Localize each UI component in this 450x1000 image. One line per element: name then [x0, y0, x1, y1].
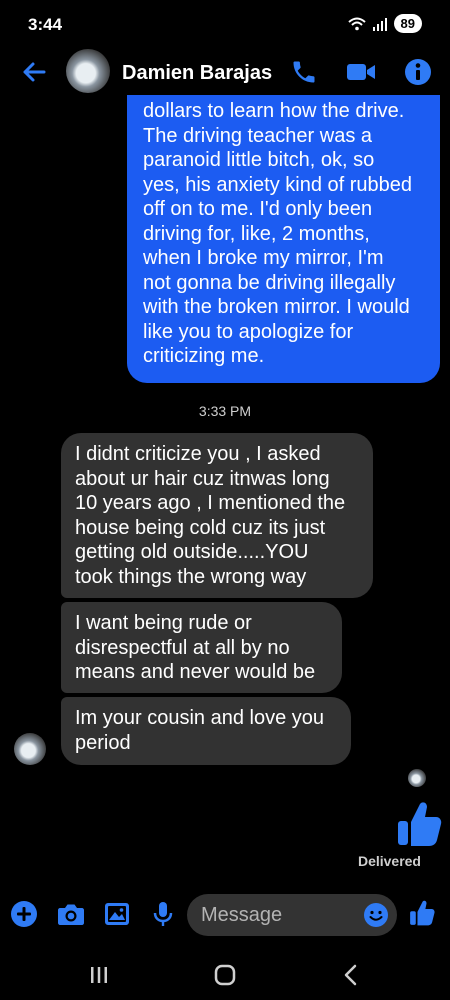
message-line: period — [75, 731, 131, 754]
message-line: criticizing me. — [143, 345, 265, 367]
message-line: driving for, like, 2 months, — [143, 222, 370, 245]
message-line: dollars to learn how the drive. — [143, 100, 405, 122]
camera-icon[interactable] — [56, 899, 86, 929]
contact-avatar[interactable] — [66, 49, 110, 93]
battery-indicator: 89 — [393, 14, 422, 33]
sender-avatar[interactable] — [14, 733, 46, 765]
recent-apps-icon[interactable] — [84, 963, 114, 987]
wifi-icon — [347, 17, 366, 30]
message-line: off on to me. I'd only been — [143, 198, 373, 220]
status-bar: 3:44 89 — [0, 0, 450, 48]
microphone-icon[interactable] — [148, 899, 178, 929]
contact-name[interactable]: Damien Barajas — [122, 62, 272, 85]
video-call-icon[interactable] — [346, 58, 376, 86]
message-line: The driving teacher was a — [143, 124, 373, 147]
message-line: I didnt criticize you , I asked — [75, 443, 321, 465]
message-line: took things the wrong way — [75, 565, 307, 588]
message-line: I want being rude or — [75, 612, 252, 634]
message-line: yes, his anxiety kind of rubbed — [143, 173, 413, 196]
incoming-message-bubble[interactable]: Im your cousin and love you period — [61, 697, 351, 765]
home-icon[interactable] — [210, 963, 240, 987]
system-nav-bar — [0, 950, 450, 1000]
message-line: about ur hair cuz itnwas long — [75, 467, 330, 490]
message-line: 10 years ago , I mentioned the — [75, 492, 346, 514]
chat-header: Damien Barajas — [0, 48, 450, 96]
message-line: when I broke my mirror, I'm — [143, 247, 384, 269]
add-plus-icon[interactable] — [9, 899, 39, 929]
status-time: 3:44 — [28, 15, 63, 34]
message-line: like you to apologize for — [143, 320, 354, 343]
outgoing-message-bubble[interactable]: dollars to learn how the drive. The driv… — [127, 95, 440, 383]
message-line: getting old outside.....YOU — [75, 541, 309, 563]
read-receipt-avatar — [408, 769, 426, 787]
signal-icon — [372, 17, 387, 31]
like-button-icon[interactable] — [409, 899, 435, 927]
phone-call-icon[interactable] — [290, 58, 318, 86]
message-line: house being cold cuz its just — [75, 516, 326, 539]
message-line: not gonna be driving illegally — [143, 271, 396, 294]
message-timestamp: 3:33 PM — [198, 403, 252, 419]
info-icon[interactable] — [404, 58, 432, 86]
delivery-status: Delivered — [357, 853, 421, 869]
system-back-icon[interactable] — [336, 963, 366, 987]
message-line: Im your cousin and love you — [75, 707, 325, 729]
incoming-message-bubble[interactable]: I want being rude or disrespectful at al… — [61, 602, 342, 693]
emoji-icon[interactable] — [362, 901, 390, 929]
gallery-icon[interactable] — [102, 899, 132, 929]
message-line: with the broken mirror. I would — [143, 296, 410, 318]
back-arrow-icon[interactable] — [20, 58, 48, 86]
sent-thumbs-up-icon[interactable] — [396, 800, 442, 848]
message-line: disrespectful at all by no — [75, 636, 290, 659]
incoming-message-bubble[interactable]: I didnt criticize you , I asked about ur… — [61, 433, 373, 598]
message-line: means and never would be — [75, 661, 316, 683]
message-line: paranoid little bitch, ok, so — [143, 149, 375, 171]
